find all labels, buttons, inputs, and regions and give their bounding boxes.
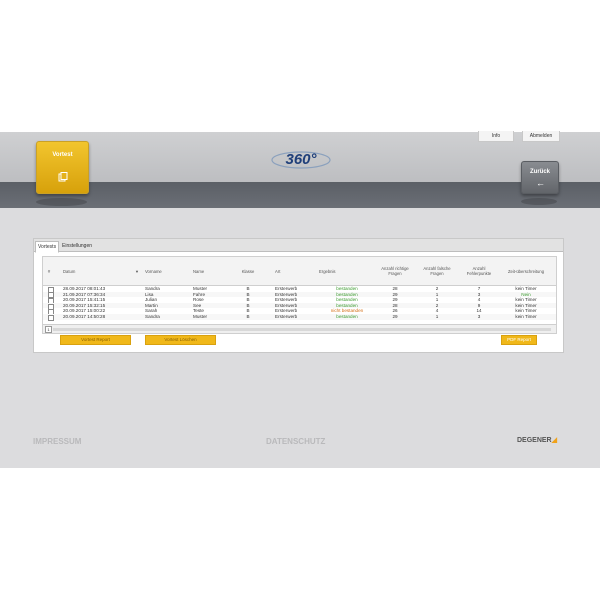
cell-richtige: 29 [392, 314, 398, 319]
logout-button[interactable]: Abmelden [522, 131, 560, 142]
table-header: # Datum ▼ Vorname Name Klasse Art Ergebn… [43, 257, 556, 286]
cell-art: Ersterwerb [275, 314, 298, 319]
cell-ergebnis: bestanden [336, 314, 358, 319]
app-window: Info Abmelden Vortest 360° Zurück ← Vort… [0, 131, 600, 468]
col-richtige[interactable]: Anzahl richtige Fragen [381, 257, 409, 285]
vortest-shadow [36, 198, 87, 206]
vortest-label: Vortest [52, 152, 73, 158]
sort-down-icon: ▼ [135, 268, 139, 274]
impressum-link[interactable]: IMPRESSUM [33, 437, 81, 446]
col-art[interactable]: Art [275, 257, 315, 285]
tab-einstellungen[interactable]: Einstellungen [60, 241, 94, 251]
back-shadow [521, 198, 557, 205]
brand-mark-icon: ◢ [551, 437, 558, 444]
cell-zeit: kein Timer [515, 314, 537, 319]
table-footer: 1 [43, 324, 556, 333]
cell-vorname: Sandra [145, 314, 160, 319]
results-table: # Datum ▼ Vorname Name Klasse Art Ergebn… [42, 256, 557, 334]
pdf-report-button[interactable]: PDF Report [501, 335, 537, 345]
page-number[interactable]: 1 [45, 326, 52, 333]
header-band [0, 182, 600, 208]
tab-bar: Vortests Einstellungen [34, 239, 563, 253]
col-zeit[interactable]: Zeit-überschreitung [507, 257, 545, 285]
back-label: Zurück [529, 169, 550, 175]
col-num[interactable]: # [43, 257, 55, 285]
row-checkbox[interactable] [48, 314, 54, 321]
vortest-nav-button[interactable]: Vortest [36, 141, 89, 194]
vortest-report-button[interactable]: Vortest Report [60, 335, 131, 345]
brand-text: DEGENER [517, 437, 552, 444]
table-row[interactable]: 20.09.2017 14:50:28 Sandra Muster B Ersterwe… [43, 314, 556, 321]
cell-falsche: 1 [435, 314, 439, 319]
logo-text: 360° [285, 151, 317, 168]
info-button[interactable]: Info [478, 131, 514, 142]
horizontal-scrollbar[interactable] [53, 327, 551, 331]
col-falsche[interactable]: Anzahl falsche Fragen [423, 257, 451, 285]
document-icon [58, 172, 68, 182]
datenschutz-link[interactable]: DATENSCHUTZ [266, 437, 325, 446]
cell-fehler: 3 [477, 314, 481, 319]
cell-name: Muster [193, 314, 208, 319]
col-datum[interactable]: Datum ▼ [63, 257, 139, 285]
logo-360: 360° [271, 151, 331, 169]
vortest-delete-button[interactable]: Vortest Löschen [145, 335, 216, 345]
content-panel: Vortests Einstellungen # Datum ▼ Vorname… [33, 238, 564, 353]
cell-klasse: B [246, 314, 250, 319]
col-name[interactable]: Name [193, 257, 233, 285]
cell-datum: 20.09.2017 14:50:28 [63, 314, 106, 319]
col-datum-label: Datum [63, 268, 76, 274]
col-klasse[interactable]: Klasse [233, 257, 263, 285]
col-fehler[interactable]: Anzahl Fehlerpunkte [465, 257, 493, 285]
col-ergebnis[interactable]: Ergebnis [319, 257, 359, 285]
brand-logo: DEGENER◢ [517, 436, 557, 444]
back-button[interactable]: Zurück ← [521, 161, 559, 194]
tab-vortests[interactable]: Vortests [35, 241, 60, 253]
col-vorname[interactable]: Vorname [145, 257, 185, 285]
arrow-left-icon: ← [536, 178, 545, 188]
